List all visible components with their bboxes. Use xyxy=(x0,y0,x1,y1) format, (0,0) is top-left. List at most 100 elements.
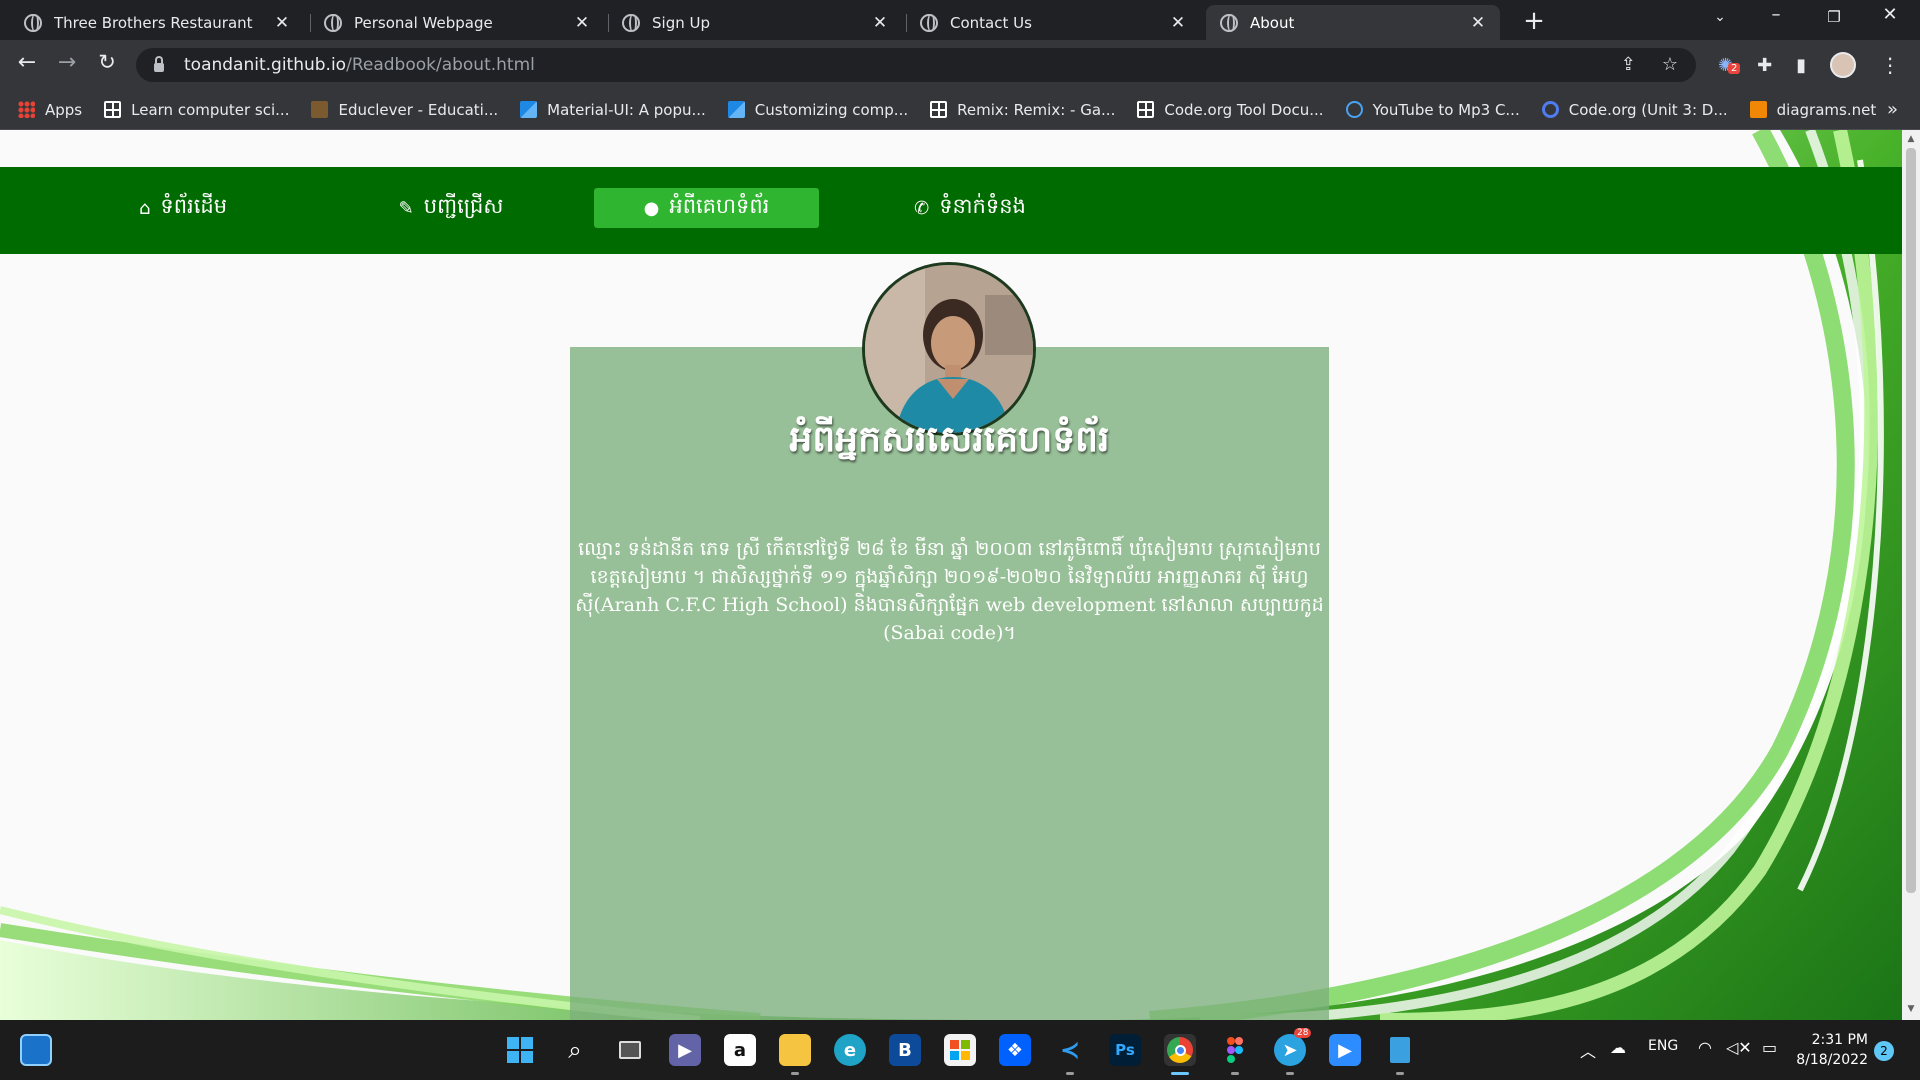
browser-tab[interactable]: Sign Up ✕ xyxy=(608,5,902,40)
nav-menu[interactable]: ✎ បញ្ជីជ្រើស xyxy=(376,188,526,228)
clock-time: 2:31 PM xyxy=(1811,1032,1868,1048)
zoom-icon[interactable]: ▶ xyxy=(1329,1034,1361,1066)
bookmark-item[interactable]: Customizing comp... xyxy=(727,101,908,119)
share-icon[interactable]: ⇪ xyxy=(1621,54,1636,75)
profile-photo-illustration xyxy=(865,265,1033,433)
back-button[interactable]: ← xyxy=(12,50,42,75)
diagrams-icon xyxy=(1749,101,1767,118)
tab-title: Personal Webpage xyxy=(354,13,493,32)
amazon-icon[interactable]: a xyxy=(724,1034,756,1066)
code-org-icon xyxy=(104,101,122,118)
tab-close-icon[interactable]: ✕ xyxy=(574,13,590,33)
volume-muted-icon[interactable]: ◁✕ xyxy=(1726,1038,1752,1057)
bookmark-item[interactable]: YouTube to Mp3 C... xyxy=(1345,100,1520,119)
side-panel-icon[interactable]: ▮ xyxy=(1796,55,1806,76)
search-icon[interactable]: ⌕ xyxy=(559,1034,591,1066)
running-indicator xyxy=(1396,1072,1404,1075)
onedrive-icon[interactable]: ☁ xyxy=(1610,1038,1626,1057)
widgets-icon[interactable] xyxy=(20,1034,52,1066)
bookmark-label: Remix: Remix: - Ga... xyxy=(957,100,1116,119)
browser-tab[interactable]: Personal Webpage ✕ xyxy=(310,5,604,40)
photoshop-icon[interactable]: Ps xyxy=(1109,1034,1141,1066)
phone-icon: ✆ xyxy=(914,197,930,219)
running-indicator xyxy=(1066,1072,1074,1075)
page-scrollbar[interactable]: ▲ ▼ xyxy=(1902,130,1920,1020)
restore-button[interactable]: ❐ xyxy=(1814,8,1854,26)
address-bar[interactable]: toandanit.github.io/Readbook/about.html … xyxy=(136,48,1696,82)
battery-icon[interactable]: ▭ xyxy=(1762,1038,1777,1057)
scroll-down-arrow[interactable]: ▼ xyxy=(1902,1004,1920,1014)
show-hidden-icons[interactable]: ︿ xyxy=(1580,1038,1596,1062)
file-explorer-icon[interactable] xyxy=(779,1034,811,1066)
globe-icon xyxy=(920,13,938,32)
code-org-icon xyxy=(1137,101,1155,118)
nav-contact[interactable]: ✆ ទំនាក់ទំនង xyxy=(880,188,1060,228)
browser-tab[interactable]: Three Brothers Restaurant ✕ xyxy=(10,5,304,40)
tab-search-icon[interactable]: ⌄ xyxy=(1700,9,1740,25)
puzzle-icon[interactable]: ✚ xyxy=(1757,55,1772,76)
bookmark-item[interactable]: Code.org Tool Docu... xyxy=(1137,100,1324,119)
forward-button[interactable]: → xyxy=(52,50,82,75)
telegram-icon[interactable]: ➤ 28 xyxy=(1274,1028,1312,1066)
scroll-up-arrow[interactable]: ▲ xyxy=(1902,134,1920,144)
tab-close-icon[interactable]: ✕ xyxy=(274,13,290,33)
page-title: អំពីអ្នកសរសេរគេហទំព័រ xyxy=(789,418,1110,460)
vscode-icon[interactable]: ≺ xyxy=(1054,1034,1086,1066)
edit-icon: ✎ xyxy=(398,197,414,219)
bookmark-item[interactable]: Apps xyxy=(18,101,82,119)
wifi-icon[interactable]: ◠ xyxy=(1698,1038,1712,1057)
browser-tab-strip: Three Brothers Restaurant ✕ Personal Web… xyxy=(0,0,1920,40)
minimize-button[interactable]: – xyxy=(1756,4,1796,25)
tab-close-icon[interactable]: ✕ xyxy=(1170,13,1186,33)
system-clock[interactable]: 2:31 PM 8/18/2022 xyxy=(1790,1030,1868,1070)
bookmark-item[interactable]: Learn computer sci... xyxy=(104,101,289,119)
bookmark-item[interactable]: Educlever - Educati... xyxy=(311,101,498,119)
teams-chat-icon[interactable]: ▶ xyxy=(669,1034,701,1066)
material-ui-icon xyxy=(727,101,745,118)
globe-icon xyxy=(24,13,42,32)
bookmarks-overflow-icon[interactable]: » xyxy=(1887,99,1898,120)
notepad-icon[interactable] xyxy=(1384,1034,1416,1066)
booking-icon[interactable]: B xyxy=(889,1034,921,1066)
language-indicator[interactable]: ENG xyxy=(1648,1038,1678,1054)
scrollbar-thumb[interactable] xyxy=(1906,148,1916,893)
extension-icon[interactable]: ✺ 2 xyxy=(1718,55,1741,76)
tab-close-icon[interactable]: ✕ xyxy=(872,13,888,33)
task-view-icon[interactable] xyxy=(614,1034,646,1066)
tab-close-icon[interactable]: ✕ xyxy=(1470,13,1486,33)
new-tab-button[interactable]: + xyxy=(1520,6,1548,36)
bookmark-item[interactable]: Remix: Remix: - Ga... xyxy=(930,101,1115,119)
edge-icon[interactable]: e xyxy=(834,1034,866,1066)
notification-badge[interactable]: 2 xyxy=(1874,1041,1894,1061)
browser-tab-active[interactable]: About ✕ xyxy=(1206,5,1500,40)
reload-button[interactable]: ↻ xyxy=(92,50,122,74)
bookmark-label: Code.org Tool Docu... xyxy=(1164,100,1324,119)
bookmark-item[interactable]: Code.org (Unit 3: D... xyxy=(1541,100,1728,119)
bookmark-label: YouTube to Mp3 C... xyxy=(1372,100,1520,119)
chrome-icon[interactable] xyxy=(1164,1034,1196,1066)
bookmark-label: Code.org (Unit 3: D... xyxy=(1568,100,1728,119)
active-app-indicator xyxy=(1171,1072,1189,1075)
kebab-menu-icon[interactable]: ⋮ xyxy=(1880,53,1900,77)
clock-date: 8/18/2022 xyxy=(1796,1052,1868,1068)
globe-icon xyxy=(1220,13,1238,32)
microsoft-store-icon[interactable] xyxy=(944,1034,976,1066)
figma-icon[interactable] xyxy=(1219,1034,1251,1066)
bookmark-label: Learn computer sci... xyxy=(131,100,290,119)
bookmark-item[interactable]: Material-UI: A popu... xyxy=(520,101,706,119)
nav-about[interactable]: ● អំពីគេហទំព័រ xyxy=(594,188,819,228)
site-nav-bar: ⌂ ទំព័រដើម ✎ បញ្ជីជ្រើស ● អំពីគេហទំព័រ ✆… xyxy=(0,167,1902,254)
browser-tab[interactable]: Contact Us ✕ xyxy=(906,5,1200,40)
bookmark-star-icon[interactable]: ☆ xyxy=(1662,54,1678,75)
code-org-icon xyxy=(930,101,948,118)
dropbox-icon[interactable]: ❖ xyxy=(999,1034,1031,1066)
nav-home[interactable]: ⌂ ទំព័រដើម xyxy=(108,188,258,228)
bookmark-item[interactable]: diagrams.net xyxy=(1749,101,1876,119)
bookmark-label: Material-UI: A popu... xyxy=(547,100,706,119)
profile-avatar[interactable] xyxy=(1830,52,1857,78)
profile-photo xyxy=(862,262,1036,436)
tab-title: Sign Up xyxy=(652,13,710,32)
window-close-button[interactable]: ✕ xyxy=(1870,4,1910,25)
user-icon: ● xyxy=(643,197,660,219)
start-button[interactable] xyxy=(504,1034,536,1066)
